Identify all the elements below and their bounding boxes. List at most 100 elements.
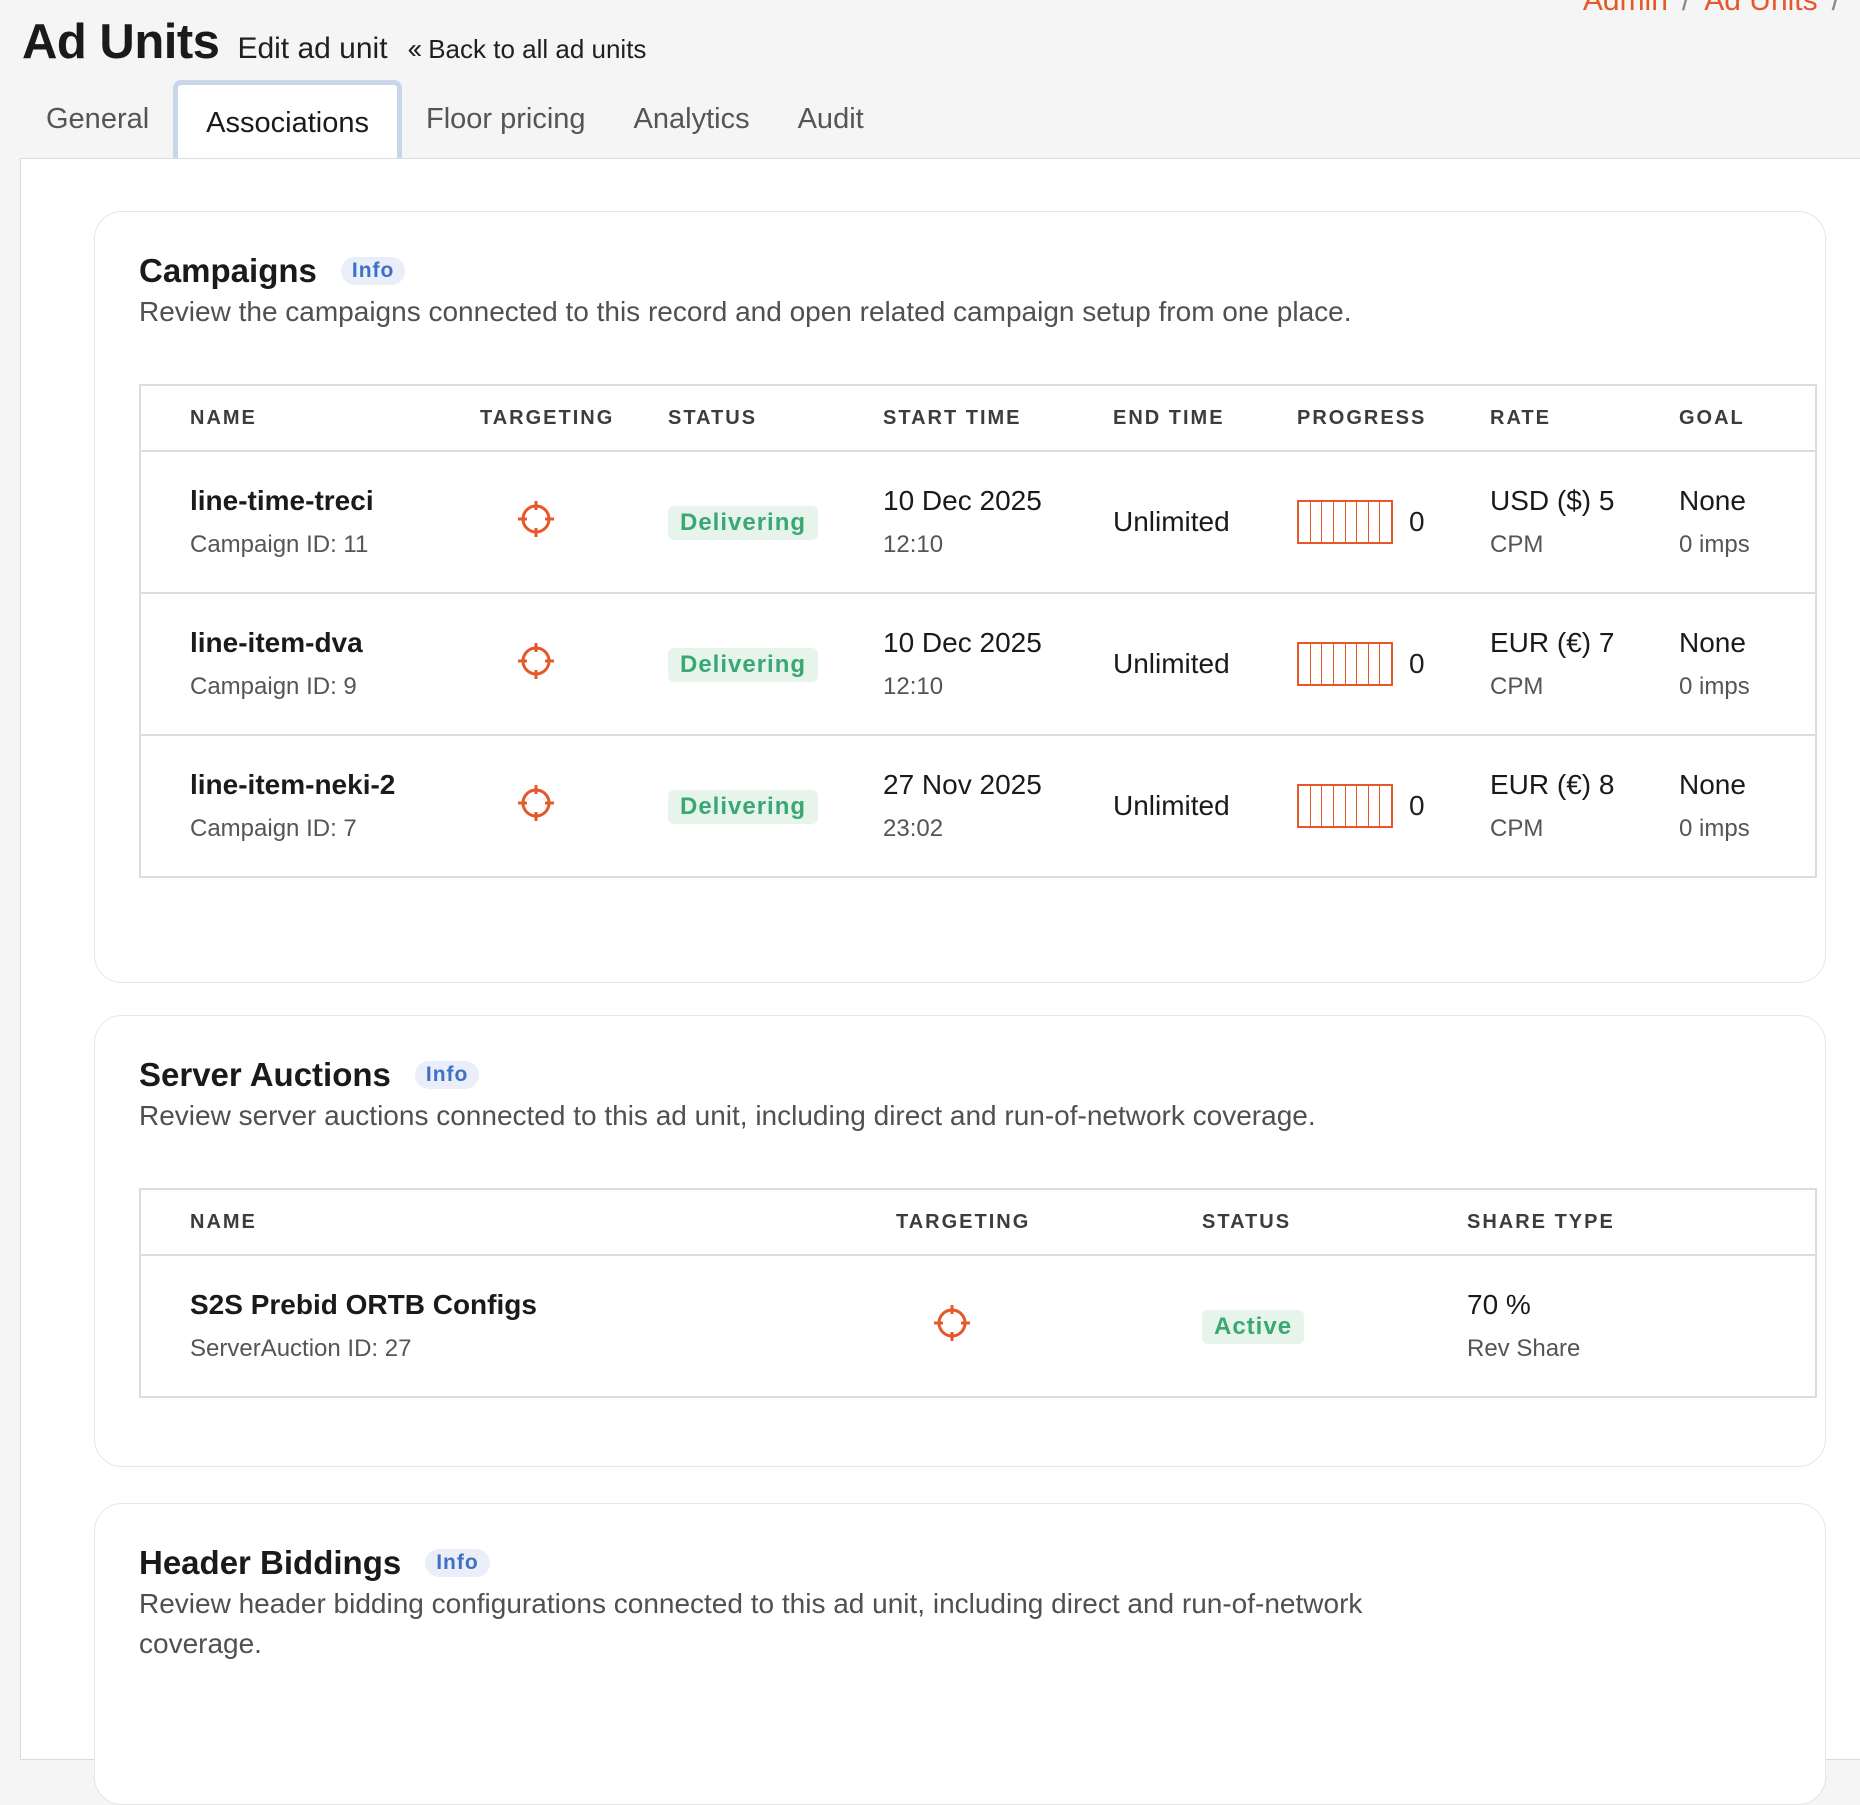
back-link[interactable]: ‹‹ Back to all ad units xyxy=(408,33,647,65)
goal-value: None xyxy=(1679,769,1746,800)
rate-unit: CPM xyxy=(1490,815,1544,842)
table-header-row: NAME TARGETING STATUS SHARE TYPE xyxy=(140,1189,1816,1256)
tab-associations[interactable]: Associations xyxy=(173,80,402,162)
tab-bar: General Associations Floor pricing Analy… xyxy=(22,78,888,162)
share-type: Rev Share xyxy=(1467,1335,1581,1362)
column-header-end-time: END TIME xyxy=(1113,385,1297,452)
tab-panel: Campaigns Info Review the campaigns conn… xyxy=(20,158,1860,1805)
breadcrumb-separator: / xyxy=(1681,0,1691,17)
share-value: 70 % xyxy=(1467,1289,1531,1320)
rate-value: USD ($) 5 xyxy=(1490,485,1615,516)
goal-imps: 0 imps xyxy=(1679,531,1750,558)
section-description: Review server auctions connected to this… xyxy=(139,1100,1316,1131)
section-title: Header Biddings xyxy=(139,1544,402,1581)
server-auctions-header: Server Auctions Info xyxy=(139,1056,480,1094)
breadcrumb-separator: / xyxy=(1831,0,1840,17)
server-auctions-card: Server Auctions Info Review server aucti… xyxy=(94,1015,1826,1467)
column-header-targeting: TARGETING xyxy=(896,1189,1202,1256)
section-title: Server Auctions xyxy=(139,1056,391,1093)
section-title: Campaigns xyxy=(139,252,317,289)
table-row[interactable]: line-item-neki-2 Campaign ID: 7 Deliveri… xyxy=(140,735,1816,877)
column-header-rate: RATE xyxy=(1490,385,1679,452)
column-header-start-time: START TIME xyxy=(883,385,1113,452)
progress-indicator: 0 xyxy=(1297,642,1490,686)
progress-bar xyxy=(1297,500,1393,544)
goal-value: None xyxy=(1679,485,1746,516)
progress-indicator: 0 xyxy=(1297,784,1490,828)
breadcrumb: Admin / Ad Units / xyxy=(1583,0,1854,18)
campaign-name-link[interactable]: line-item-neki-2 xyxy=(190,769,480,801)
goal-imps: 0 imps xyxy=(1679,815,1750,842)
start-date: 10 Dec 2025 xyxy=(883,485,1042,516)
crosshair-icon[interactable] xyxy=(932,1303,972,1343)
progress-indicator: 0 xyxy=(1297,500,1490,544)
column-header-name: NAME xyxy=(190,385,480,452)
campaign-id: Campaign ID: 11 xyxy=(190,531,369,558)
info-badge[interactable]: Info xyxy=(340,257,406,285)
status-badge: Delivering xyxy=(668,789,819,824)
tab-analytics[interactable]: Analytics xyxy=(610,78,774,160)
progress-value: 0 xyxy=(1409,648,1425,679)
column-header-share-type: SHARE TYPE xyxy=(1467,1189,1816,1256)
table-header-row: NAME TARGETING STATUS START TIME END TIM… xyxy=(140,385,1816,452)
tab-audit[interactable]: Audit xyxy=(774,78,888,160)
status-badge: Delivering xyxy=(668,505,819,540)
start-time: 12:10 xyxy=(883,531,944,558)
goal-imps: 0 imps xyxy=(1679,673,1750,700)
crosshair-icon[interactable] xyxy=(516,783,556,823)
server-auction-name-link[interactable]: S2S Prebid ORTB Configs xyxy=(190,1289,896,1321)
end-time: Unlimited xyxy=(1113,648,1230,679)
start-date: 10 Dec 2025 xyxy=(883,627,1042,658)
goal-value: None xyxy=(1679,627,1746,658)
breadcrumb-link-admin[interactable]: Admin xyxy=(1583,0,1668,17)
campaigns-header: Campaigns Info xyxy=(139,252,406,290)
campaign-name-link[interactable]: line-time-treci xyxy=(190,485,480,517)
start-time: 23:02 xyxy=(883,815,944,842)
info-badge[interactable]: Info xyxy=(414,1061,480,1089)
progress-value: 0 xyxy=(1409,506,1425,537)
page-subtitle: Edit ad unit xyxy=(237,32,388,65)
column-header-goal: GOAL xyxy=(1679,385,1816,452)
campaigns-table: NAME TARGETING STATUS START TIME END TIM… xyxy=(139,384,1817,878)
rate-unit: CPM xyxy=(1490,531,1544,558)
column-header-name: NAME xyxy=(190,1189,896,1256)
server-auction-id: ServerAuction ID: 27 xyxy=(190,1335,412,1362)
campaign-id: Campaign ID: 9 xyxy=(190,673,357,700)
crosshair-icon[interactable] xyxy=(516,641,556,681)
tab-floor-pricing[interactable]: Floor pricing xyxy=(402,78,610,160)
info-badge[interactable]: Info xyxy=(425,1549,490,1577)
section-description: Review header bidding configurations con… xyxy=(139,1588,1363,1659)
table-row[interactable]: line-item-dva Campaign ID: 9 Delivering … xyxy=(140,593,1816,736)
progress-bar xyxy=(1297,784,1393,828)
campaign-name-link[interactable]: line-item-dva xyxy=(190,627,480,659)
end-time: Unlimited xyxy=(1113,790,1230,821)
page-title: Ad Units xyxy=(22,15,220,69)
header-biddings-header: Header Biddings Info xyxy=(139,1544,490,1582)
table-row[interactable]: line-time-treci Campaign ID: 11 Deliveri… xyxy=(140,451,1816,594)
progress-bar xyxy=(1297,642,1393,686)
progress-value: 0 xyxy=(1409,790,1425,821)
rate-value: EUR (€) 8 xyxy=(1490,769,1615,800)
tab-general[interactable]: General xyxy=(22,78,173,160)
column-header-targeting: TARGETING xyxy=(480,385,668,452)
status-badge: Delivering xyxy=(668,647,819,682)
table-row[interactable]: S2S Prebid ORTB Configs ServerAuction ID… xyxy=(140,1255,1816,1397)
end-time: Unlimited xyxy=(1113,506,1230,537)
double-chevron-left-icon: ‹‹ xyxy=(407,33,423,64)
section-description: Review the campaigns connected to this r… xyxy=(139,296,1352,327)
server-auctions-table: NAME TARGETING STATUS SHARE TYPE S2S Pre… xyxy=(139,1188,1817,1398)
column-header-progress: PROGRESS xyxy=(1297,385,1490,452)
campaigns-card: Campaigns Info Review the campaigns conn… xyxy=(94,211,1826,983)
header-biddings-card: Header Biddings Info Review header biddi… xyxy=(94,1503,1826,1805)
breadcrumb-link-ad-units[interactable]: Ad Units xyxy=(1704,0,1817,17)
page-header: Ad Units Edit ad unit ‹‹ Back to all ad … xyxy=(22,14,646,70)
rate-value: EUR (€) 7 xyxy=(1490,627,1615,658)
status-badge: Active xyxy=(1202,1309,1305,1344)
column-header-status: STATUS xyxy=(1202,1189,1467,1256)
start-time: 12:10 xyxy=(883,673,944,700)
start-date: 27 Nov 2025 xyxy=(883,769,1042,800)
rate-unit: CPM xyxy=(1490,673,1544,700)
column-header-status: STATUS xyxy=(668,385,883,452)
campaign-id: Campaign ID: 7 xyxy=(190,815,357,842)
crosshair-icon[interactable] xyxy=(516,499,556,539)
